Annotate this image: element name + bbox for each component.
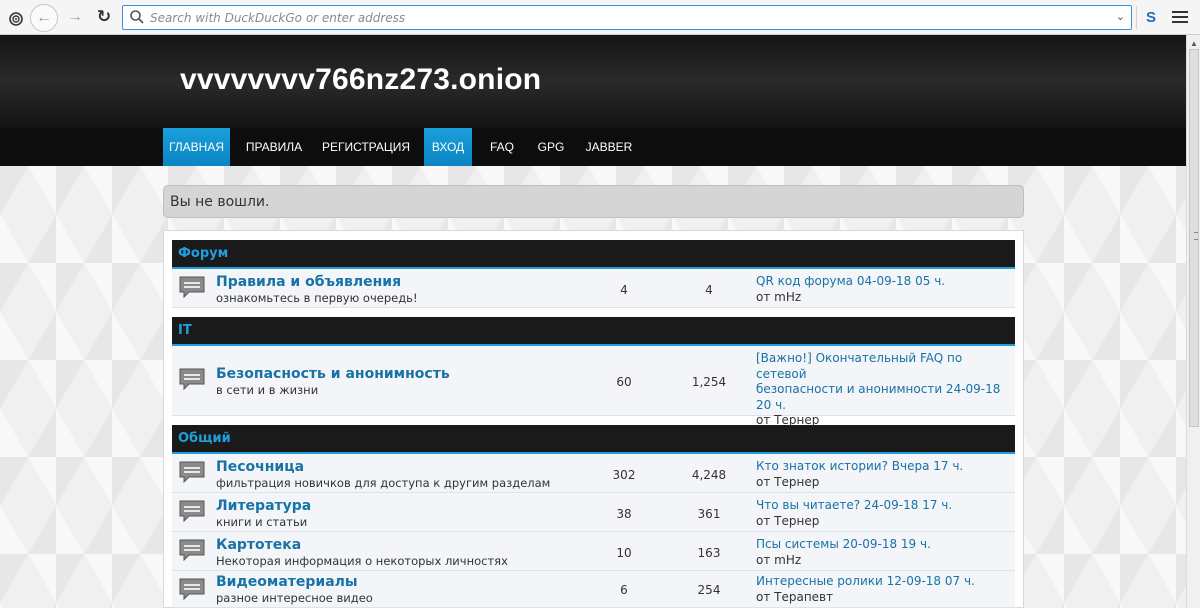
forum-description: фильтрация новичков для доступа к другим… [216,476,551,490]
reload-icon[interactable]: ↻ [93,6,115,28]
forum-title[interactable]: Правила и объявления [216,274,401,290]
nav-home[interactable]: ГЛАВНАЯ [163,128,230,166]
forum-row: Картотека Некоторая информация о некотор… [172,532,1015,571]
category-header[interactable]: IT [172,317,1015,347]
post-count: 163 [697,546,721,560]
last-post: Псы системы 20-09-18 19 ч. от mHz [756,537,1008,568]
noscript-extension-icon[interactable]: S [1142,7,1160,27]
last-post-author: от Тернер [756,474,820,489]
last-post: Кто знаток истории? Вчера 17 ч. от Терне… [756,459,1008,490]
last-post-link[interactable]: Что вы читаете? 24-09-18 17 ч. [756,498,952,512]
main-nav: ГЛАВНАЯ ПРАВИЛА РЕГИСТРАЦИЯ ВХОД FAQ GPG… [0,128,1186,166]
last-post-link[interactable]: Интересные ролики 12-09-18 07 ч. [756,574,975,588]
browser-toolbar: ← → ↻ ⌄ S [0,0,1200,35]
forum-bubble-icon [179,578,205,601]
topic-count: 38 [616,507,632,521]
nav-faq[interactable]: FAQ [482,128,522,166]
forum-title[interactable]: Безопасность и анонимность [216,366,450,382]
topic-count: 302 [612,468,636,482]
nav-rules[interactable]: ПРАВИЛА [240,128,308,166]
forum-bubble-icon [179,368,205,391]
last-post-author: от mHz [756,289,802,304]
category-header[interactable]: Форум [172,240,1015,270]
topic-count: 6 [620,583,628,597]
forum-bubble-icon [179,461,205,484]
toolbar-divider [1136,6,1137,29]
scroll-up-arrow-icon[interactable]: ▲ [1190,39,1198,48]
address-bar[interactable]: ⌄ [122,5,1132,30]
forum-description: разное интересное видео [216,591,373,605]
last-post-link[interactable]: безопасности и анонимности 24-09-18 [756,382,1000,396]
last-post-author: от mHz [756,552,802,567]
category-header[interactable]: Общий [172,425,1015,455]
last-post: Интересные ролики 12-09-18 07 ч. от Тера… [756,574,1008,605]
nav-jabber[interactable]: JABBER [582,128,636,166]
post-count: 4 [705,283,713,297]
login-status-notice: Вы не вошли. [163,185,1024,218]
forum-description: Некоторая информация о некоторых личност… [216,554,508,568]
forum-row: Безопасность и анонимность в сети и в жи… [172,346,1015,427]
topic-count: 4 [620,283,628,297]
search-icon [130,10,144,24]
post-count: 361 [697,507,721,521]
nav-gpg[interactable]: GPG [530,128,572,166]
hamburger-menu-icon[interactable] [1172,9,1188,25]
last-post-link[interactable]: Кто знаток истории? Вчера 17 ч. [756,459,963,473]
topic-count: 60 [616,375,632,389]
forum-description: ознакомьтесь в первую очередь! [216,291,418,305]
last-post-author: от Тернер [756,513,820,528]
site-title: vvvvvvvv766nz273.onion [180,63,542,96]
address-input[interactable] [150,8,1110,27]
topic-count: 10 [616,546,632,560]
last-post: Что вы читаете? 24-09-18 17 ч. от Тернер [756,498,1008,529]
forum-title[interactable]: Картотека [216,537,301,553]
forum-title[interactable]: Литература [216,498,311,514]
post-count: 254 [697,583,721,597]
forum-description: в сети и в жизни [216,383,319,397]
forward-arrow-icon[interactable]: → [64,6,86,28]
last-post-author: от Терапевт [756,589,834,604]
forum-description: книги и статьи [216,515,308,529]
forum-row: Песочница фильтрация новичков для доступ… [172,454,1015,493]
post-count: 1,254 [691,375,727,389]
forum-bubble-icon [179,276,205,299]
forum-bubble-icon [179,539,205,562]
vertical-scrollbar[interactable]: ▲ [1186,35,1200,608]
last-post: [Важно!] Окончательный FAQ по сетевой бе… [756,351,1008,429]
site-header: vvvvvvvv766nz273.onion [0,35,1186,128]
last-post-link[interactable]: 20 ч. [756,398,786,412]
last-post: QR код форума 04-09-18 05 ч. от mHz [756,274,1008,305]
forum-row: Правила и объявления ознакомьтесь в перв… [172,269,1015,308]
forum-bubble-icon [179,500,205,523]
chevron-down-icon[interactable]: ⌄ [1116,10,1125,23]
back-arrow-icon[interactable]: ← [30,4,58,32]
forum-row: Литература книги и статьи 38 361 Что вы … [172,493,1015,532]
last-post-link[interactable]: Псы системы 20-09-18 19 ч. [756,537,931,551]
forum-title[interactable]: Песочница [216,459,304,475]
forum-title[interactable]: Видеоматериалы [216,574,358,590]
last-post-link[interactable]: QR код форума 04-09-18 05 ч. [756,274,945,288]
post-count: 4,248 [691,468,727,482]
forum-row: Видеоматериалы разное интересное видео 6… [172,571,1015,608]
scrollbar-grip [1194,232,1198,240]
scrollbar-thumb[interactable] [1189,49,1199,427]
onion-icon[interactable] [6,8,26,28]
nav-register[interactable]: РЕГИСТРАЦИЯ [318,128,414,166]
last-post-link[interactable]: [Важно!] Окончательный FAQ по сетевой [756,351,962,381]
nav-login[interactable]: ВХОД [424,128,472,166]
